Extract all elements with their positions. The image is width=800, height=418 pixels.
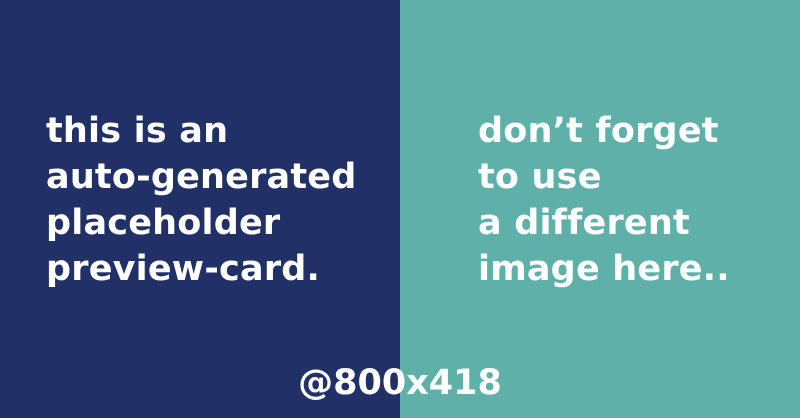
left-message-line: auto-generated — [46, 157, 357, 197]
left-message: this is an auto-generated placeholder pr… — [46, 108, 357, 292]
left-message-line: this is an — [46, 111, 229, 151]
right-message-line: image here.. — [478, 249, 730, 289]
left-message-line: placeholder — [46, 203, 281, 243]
right-message: don’t forget to use a different image he… — [478, 108, 730, 292]
right-message-line: to use — [478, 157, 602, 197]
left-message-line: preview-card. — [46, 249, 321, 289]
preview-card: this is an auto-generated placeholder pr… — [0, 0, 800, 418]
right-panel: don’t forget to use a different image he… — [400, 0, 800, 418]
left-panel: this is an auto-generated placeholder pr… — [0, 0, 400, 418]
right-message-line: don’t forget — [478, 111, 719, 151]
size-label: @800x418 — [298, 363, 502, 403]
right-message-line: a different — [478, 203, 690, 243]
